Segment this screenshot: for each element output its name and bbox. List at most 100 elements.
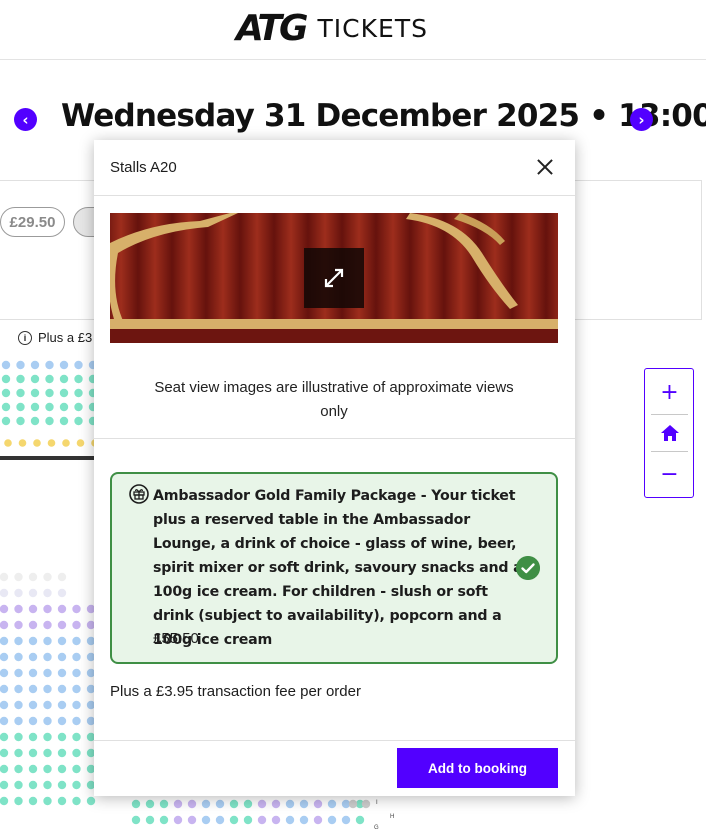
seat[interactable]	[341, 815, 351, 825]
add-to-booking-button[interactable]: Add to booking	[397, 748, 558, 788]
seat[interactable]	[1, 360, 11, 370]
seat[interactable]	[229, 799, 239, 809]
seat[interactable]	[57, 652, 67, 662]
seat[interactable]	[59, 360, 69, 370]
seat[interactable]	[57, 636, 67, 646]
seat[interactable]	[57, 700, 67, 710]
seat[interactable]	[43, 652, 52, 662]
seat[interactable]	[30, 374, 40, 384]
seat[interactable]	[173, 799, 183, 809]
seat[interactable]	[28, 700, 38, 710]
seat[interactable]	[72, 700, 81, 710]
seat[interactable]	[14, 620, 23, 630]
seat[interactable]	[348, 799, 358, 809]
seat[interactable]	[28, 604, 38, 614]
seat[interactable]	[229, 815, 239, 825]
seat[interactable]	[28, 732, 38, 742]
seat[interactable]	[201, 799, 211, 809]
seat[interactable]	[187, 799, 197, 809]
seat[interactable]	[28, 668, 38, 678]
seat[interactable]	[0, 620, 9, 630]
seat[interactable]	[14, 732, 23, 742]
seat[interactable]	[159, 815, 169, 825]
seat[interactable]	[57, 716, 67, 726]
seat[interactable]	[14, 636, 23, 646]
seat[interactable]	[14, 780, 23, 790]
seat[interactable]	[1, 388, 11, 398]
seat[interactable]	[43, 572, 52, 582]
seat[interactable]	[1, 416, 11, 426]
seat[interactable]	[257, 799, 267, 809]
seat[interactable]	[57, 684, 67, 694]
seat[interactable]	[74, 388, 83, 398]
seat[interactable]	[45, 402, 54, 412]
seat[interactable]	[43, 588, 52, 598]
seat[interactable]	[28, 716, 38, 726]
expand-icon[interactable]	[304, 248, 364, 308]
seat[interactable]	[1, 402, 11, 412]
seat[interactable]	[62, 439, 70, 447]
seat[interactable]	[14, 716, 23, 726]
price-chip[interactable]: £29.50	[0, 207, 65, 237]
seat[interactable]	[74, 402, 83, 412]
zoom-in-button[interactable]: +	[651, 373, 688, 411]
seat[interactable]	[313, 799, 323, 809]
seat[interactable]	[72, 652, 81, 662]
seat[interactable]	[16, 374, 25, 384]
seat[interactable]	[1, 374, 11, 384]
seat[interactable]	[16, 402, 25, 412]
seat[interactable]	[72, 636, 81, 646]
seat[interactable]	[0, 748, 9, 758]
seat[interactable]	[57, 620, 67, 630]
seat[interactable]	[361, 799, 371, 809]
seat[interactable]	[0, 604, 9, 614]
seat[interactable]	[43, 620, 52, 630]
seat[interactable]	[57, 588, 67, 598]
seat[interactable]	[45, 416, 54, 426]
atg-tickets-logo[interactable]: ATG TICKETS	[236, 8, 428, 49]
seat[interactable]	[313, 815, 323, 825]
seat[interactable]	[45, 360, 54, 370]
seat[interactable]	[72, 732, 81, 742]
seat[interactable]	[145, 799, 155, 809]
seat[interactable]	[43, 764, 52, 774]
seat[interactable]	[43, 604, 52, 614]
seat[interactable]	[45, 374, 54, 384]
seat[interactable]	[0, 796, 9, 806]
seat[interactable]	[159, 799, 169, 809]
next-performance-button[interactable]: ›	[630, 108, 653, 131]
seat[interactable]	[59, 416, 69, 426]
seat[interactable]	[28, 780, 38, 790]
seat[interactable]	[74, 360, 83, 370]
seat[interactable]	[215, 815, 225, 825]
seat[interactable]	[28, 636, 38, 646]
seat[interactable]	[33, 439, 41, 447]
seat[interactable]	[74, 416, 83, 426]
seat[interactable]	[57, 748, 67, 758]
seat[interactable]	[72, 780, 81, 790]
seat[interactable]	[16, 360, 25, 370]
previous-performance-button[interactable]: ‹	[14, 108, 37, 131]
seat[interactable]	[59, 374, 69, 384]
seat[interactable]	[30, 360, 40, 370]
seat[interactable]	[14, 652, 23, 662]
seat[interactable]	[43, 636, 52, 646]
seat[interactable]	[28, 620, 38, 630]
seat[interactable]	[43, 700, 52, 710]
seat[interactable]	[4, 439, 12, 447]
seat[interactable]	[0, 572, 9, 582]
seat[interactable]	[0, 652, 9, 662]
seat[interactable]	[355, 815, 365, 825]
seat[interactable]	[43, 684, 52, 694]
seat[interactable]	[285, 815, 295, 825]
seat[interactable]	[145, 815, 155, 825]
seat[interactable]	[30, 416, 40, 426]
seat[interactable]	[45, 388, 54, 398]
seat[interactable]	[299, 799, 309, 809]
seat[interactable]	[16, 416, 25, 426]
seat[interactable]	[43, 796, 52, 806]
seat[interactable]	[0, 636, 9, 646]
seat[interactable]	[72, 764, 81, 774]
seat[interactable]	[131, 815, 141, 825]
seat[interactable]	[0, 716, 9, 726]
